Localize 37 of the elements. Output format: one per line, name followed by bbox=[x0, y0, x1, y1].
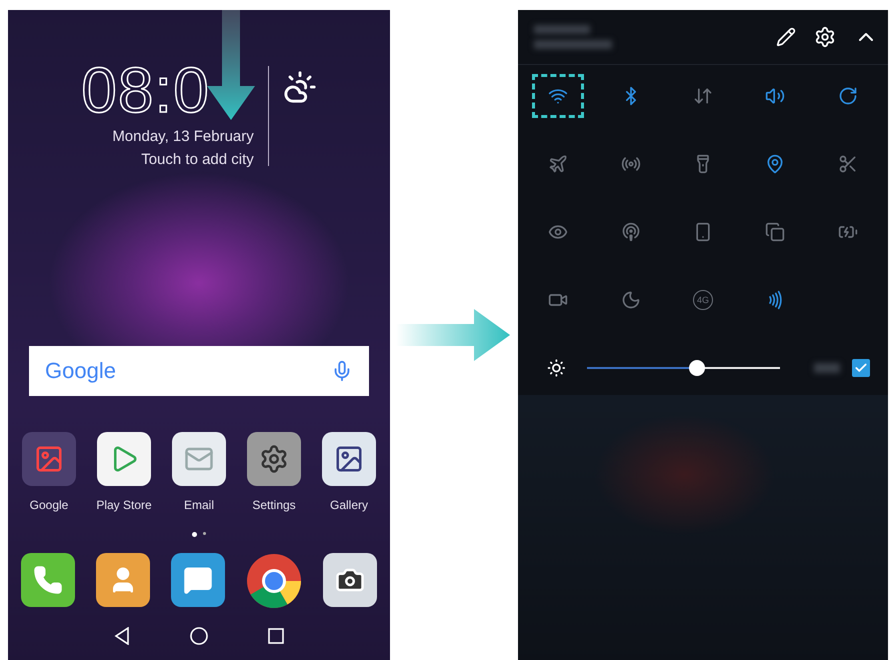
contacts-app-icon[interactable] bbox=[96, 553, 150, 607]
app-icon[interactable] bbox=[322, 432, 376, 486]
search-logo: Google bbox=[45, 358, 116, 384]
browser-icon[interactable] bbox=[246, 553, 302, 609]
signal-toggle-icon[interactable] bbox=[620, 222, 641, 242]
date-text: Monday, 13 February bbox=[112, 128, 254, 145]
moon-toggle-icon[interactable] bbox=[620, 290, 641, 310]
recents-icon[interactable] bbox=[268, 628, 284, 644]
brightness-thumb[interactable] bbox=[688, 360, 705, 376]
edit-icon[interactable] bbox=[776, 27, 796, 47]
clock-time: 08:0 bbox=[81, 58, 210, 122]
app-label: Play Store bbox=[96, 498, 152, 512]
location-toggle-icon[interactable] bbox=[765, 154, 786, 174]
app-icon[interactable] bbox=[97, 432, 151, 486]
weather-icon bbox=[282, 70, 317, 104]
phone-app-icon[interactable] bbox=[21, 553, 75, 607]
sound-toggle-icon[interactable] bbox=[765, 86, 786, 106]
app-label: Settings bbox=[252, 498, 296, 512]
app-label: Gallery bbox=[330, 498, 368, 512]
home-icon[interactable] bbox=[190, 627, 208, 645]
network-toggle[interactable]: 4G bbox=[692, 290, 713, 310]
app-label: Email bbox=[184, 498, 214, 512]
rotate-toggle-icon[interactable] bbox=[838, 86, 858, 106]
brightness-icon bbox=[546, 357, 567, 379]
auto-brightness-checkbox[interactable] bbox=[852, 359, 870, 377]
add-city-link[interactable]: Touch to add city bbox=[141, 151, 254, 168]
app-label: Google bbox=[30, 498, 68, 512]
back-icon[interactable] bbox=[114, 627, 130, 645]
airplane-toggle-icon[interactable] bbox=[548, 154, 568, 174]
blurred-label bbox=[814, 363, 840, 373]
camera-app-icon[interactable] bbox=[323, 553, 377, 607]
check-icon bbox=[854, 361, 868, 375]
app-icon[interactable] bbox=[172, 432, 226, 486]
messages-app-icon[interactable] bbox=[171, 553, 225, 607]
settings-icon[interactable] bbox=[814, 26, 836, 48]
data-toggle-icon[interactable] bbox=[692, 86, 713, 106]
search-bar[interactable]: Google bbox=[29, 346, 369, 396]
